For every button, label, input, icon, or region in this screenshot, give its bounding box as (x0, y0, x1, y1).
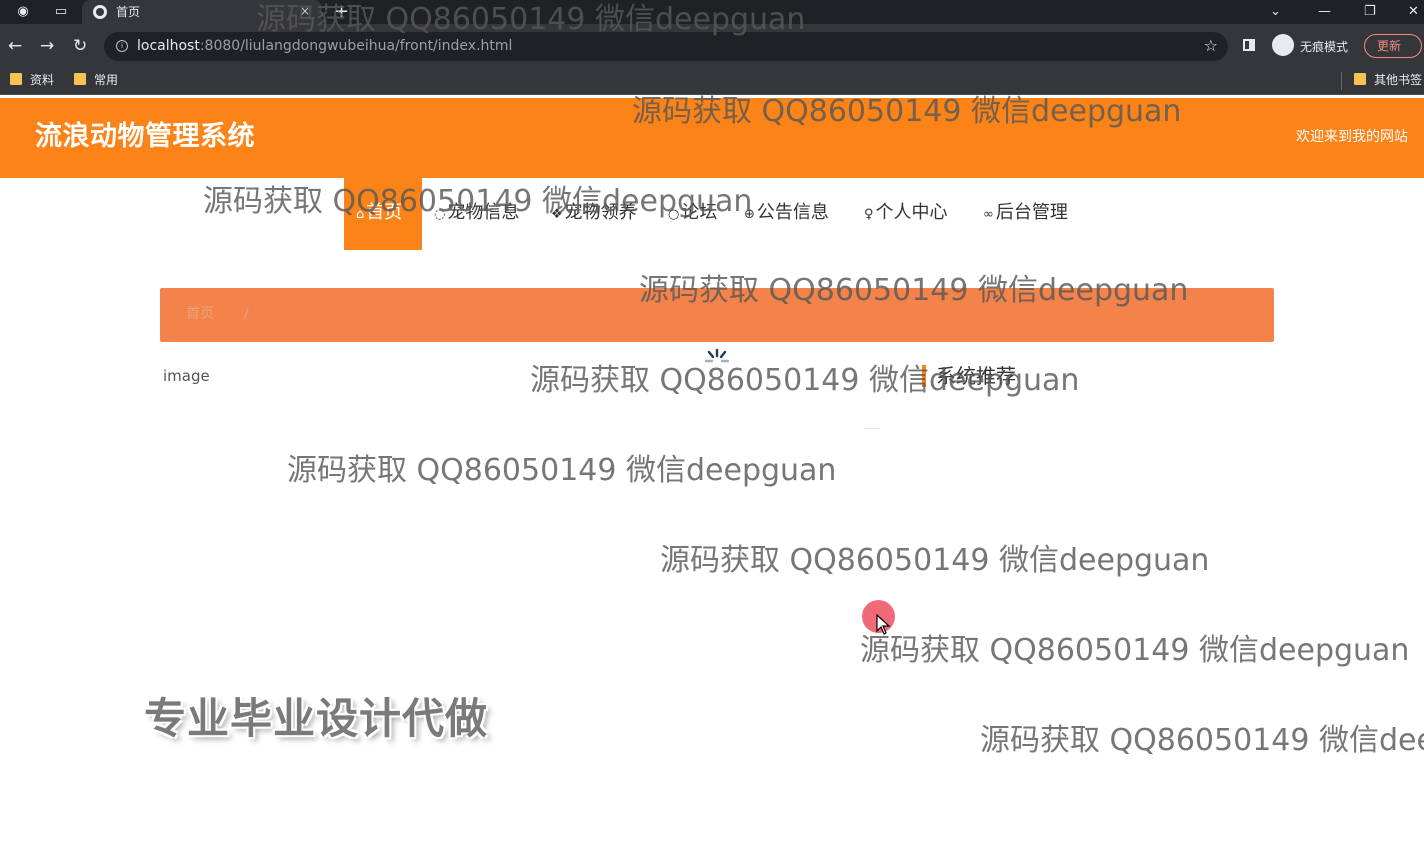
image-alt-text: image (163, 367, 210, 385)
browser-toolbar: ← → ↻ i localhost:8080/liulangdongwubeih… (0, 24, 1424, 68)
divider (864, 428, 880, 429)
restore-icon[interactable]: ❐ (1364, 2, 1376, 22)
watermark-text: 源码获取 QQ86050149 微信deepguan (287, 453, 837, 488)
watermark-text: 源码获取 QQ86050149 微信deepguan (660, 543, 1210, 578)
banner-image-placeholder: image (160, 366, 340, 390)
globe-icon: ⊕ (744, 207, 755, 222)
folder-icon (74, 73, 86, 85)
site-header: 流浪动物管理系统 欢迎来到我的网站 (0, 98, 1424, 178)
nav-item-home[interactable]: ⌂ 首页 (344, 178, 422, 250)
mouse-cursor-icon (876, 614, 891, 635)
other-bookmarks[interactable]: 其他书签 (1354, 72, 1422, 88)
url-text[interactable]: localhost:8080/liulangdongwubeihua/front… (137, 38, 512, 55)
breadcrumb-home[interactable]: 首页 (186, 305, 214, 323)
user-icon: ♀ (864, 207, 874, 222)
chrome-menu-icon[interactable]: ◉ (14, 3, 32, 21)
globe-favicon-icon (93, 5, 107, 19)
link-icon: ∞ (983, 207, 994, 222)
welcome-text: 欢迎来到我的网站 (1296, 129, 1408, 145)
home-icon: ⌂ (356, 207, 365, 222)
nav-item-profile[interactable]: ♀ 个人中心 (864, 200, 948, 228)
chat-icon: ○ (668, 207, 680, 222)
nav-item-admin[interactable]: ∞ 后台管理 (983, 200, 1068, 228)
forward-icon[interactable]: → (40, 36, 54, 56)
tab-close-icon[interactable]: × (300, 3, 310, 19)
paw-icon: ◌ (434, 207, 446, 222)
site-title: 流浪动物管理系统 (35, 121, 255, 152)
site-info-icon[interactable]: i (116, 40, 128, 52)
breadcrumb: 首页 / (160, 288, 1274, 342)
new-tab-button[interactable]: + (334, 2, 349, 22)
bookmark-folder-changyong[interactable]: 常用 (74, 72, 118, 88)
browser-tab-strip: ◉ ▭ 首页 × + ⌄ — ❐ ✕ (0, 0, 1424, 24)
side-panel-icon[interactable] (1243, 39, 1255, 51)
bookmark-star-icon[interactable]: ☆ (1204, 36, 1218, 55)
close-window-icon[interactable]: ✕ (1408, 2, 1419, 22)
nav-item-notices[interactable]: ⊕ 公告信息 (744, 200, 829, 228)
bookmark-folder-ziliao[interactable]: 资料 (10, 72, 54, 88)
minimize-icon[interactable]: — (1318, 2, 1331, 22)
tab-title: 首页 (116, 5, 141, 19)
address-bar[interactable]: i localhost:8080/liulangdongwubeihua/fro… (104, 32, 1228, 61)
watermark-text: 源码获取 QQ86050149 微信deepguan (980, 723, 1424, 758)
update-button[interactable]: 更新 (1364, 34, 1422, 58)
folder-icon (10, 73, 22, 85)
tab-search-icon[interactable]: ▭ (52, 3, 70, 21)
recommend-accent-bar (922, 365, 926, 387)
back-icon[interactable]: ← (8, 36, 22, 56)
watermark-text: 源码获取 QQ86050149 微信deepguan (860, 633, 1410, 668)
recommend-title: 系统推荐 (936, 364, 1016, 388)
loading-spinner-icon (704, 348, 730, 363)
bookmarks-bar: 资料 常用 其他书签 (0, 68, 1424, 95)
heart-icon: ❖ (551, 207, 563, 222)
promo-text: 专业毕业设计代做 (144, 694, 489, 743)
tab-list-chevron-icon[interactable]: ⌄ (1270, 2, 1281, 22)
breadcrumb-separator: / (244, 306, 249, 322)
incognito-label: 无痕模式 (1300, 40, 1349, 54)
incognito-icon[interactable] (1272, 34, 1294, 56)
nav-item-pet-info[interactable]: ◌ 宠物信息 (434, 200, 519, 228)
nav-item-forum[interactable]: ○ 论坛 (668, 200, 717, 228)
main-nav: ⌂ 首页 ◌ 宠物信息 ❖ 宠物领养 ○ 论坛 ⊕ 公告信息 ♀ 个人中心 ∞ 后台管理 (0, 178, 1424, 250)
reload-icon[interactable]: ↻ (73, 36, 87, 56)
folder-icon (1354, 73, 1366, 85)
bookmark-separator (1341, 72, 1342, 90)
nav-item-pet-adoption[interactable]: ❖ 宠物领养 (551, 200, 637, 228)
browser-tab-active[interactable]: 首页 × (82, 0, 322, 24)
watermark-clip: 源码获取 QQ86050149 微信deepguan (980, 723, 1424, 763)
